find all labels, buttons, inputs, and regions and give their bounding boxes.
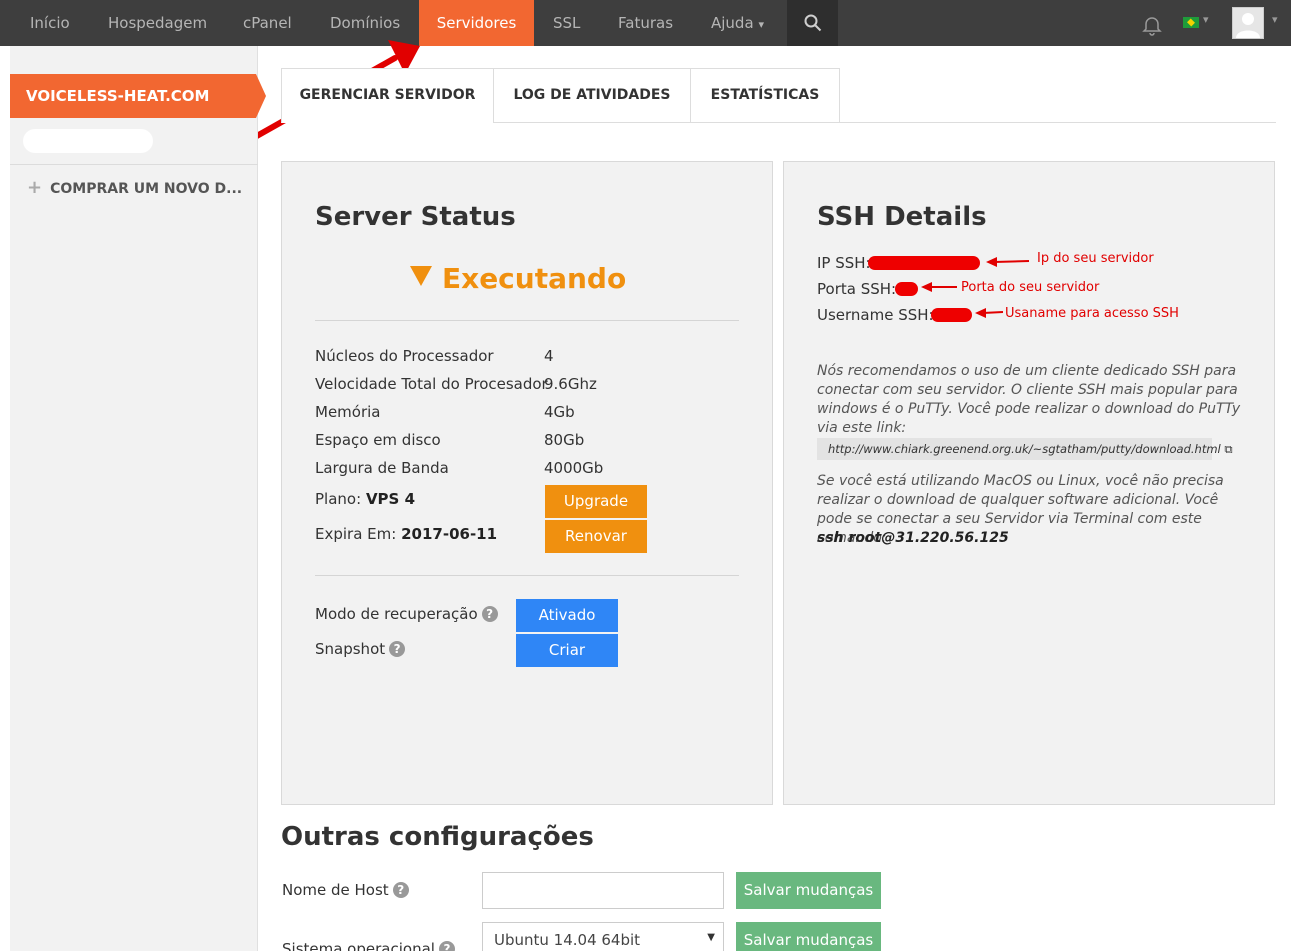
spec-label: Velocidade Total do Procesador <box>315 375 548 393</box>
spec-value: 80Gb <box>544 431 585 449</box>
expires-row: Expira Em: 2017-06-11 <box>315 525 497 543</box>
search-icon <box>804 14 822 32</box>
annotation-arrow-username <box>975 308 1003 318</box>
expires-value: 2017-06-11 <box>401 525 498 543</box>
chevron-down-icon: ▾ <box>758 18 764 31</box>
spec-value: 4000Gb <box>544 459 604 477</box>
bell-icon[interactable] <box>1141 14 1163 36</box>
redacted-ip <box>868 256 980 270</box>
save-hostname-button[interactable]: Salvar mudanças <box>736 872 881 909</box>
tab-log-atividades[interactable]: LOG DE ATIVIDADES <box>493 68 691 123</box>
spec-value: 4Gb <box>544 403 575 421</box>
spec-value: 4 <box>544 347 554 365</box>
ssh-port-label: Porta SSH: <box>817 280 897 298</box>
redacted-port <box>895 282 918 296</box>
divider <box>315 575 739 576</box>
os-select[interactable]: Ubuntu 14.04 64bit ▼ <box>482 922 724 951</box>
help-icon[interactable]: ? <box>389 641 406 657</box>
help-icon[interactable]: ? <box>481 606 498 622</box>
other-settings-title: Outras configurações <box>281 822 594 852</box>
renew-button[interactable]: Renovar <box>545 520 647 553</box>
hostname-label: Nome de Host <box>282 881 389 899</box>
snapshot-row: Snapshot? <box>315 640 406 658</box>
spec-label: Memória <box>315 403 381 421</box>
annotation-arrow-port <box>921 282 957 292</box>
recovery-label: Modo de recuperação <box>315 605 478 623</box>
annotation-ip-note: Ip do seu servidor <box>1037 251 1154 266</box>
server-status-panel <box>281 161 773 805</box>
ssh-ip-label: IP SSH: <box>817 254 871 272</box>
sidebar-divider <box>10 164 258 165</box>
ssh-details-title: SSH Details <box>817 202 987 232</box>
tab-estatisticas[interactable]: ESTATÍSTICAS <box>690 68 840 123</box>
nav-item-ajuda[interactable]: Ajuda ▾ <box>711 0 764 46</box>
annotation-arrow-ip <box>986 257 1030 267</box>
ssh-username-label: Username SSH: <box>817 306 934 324</box>
recovery-row: Modo de recuperação? <box>315 605 498 623</box>
avatar[interactable] <box>1232 7 1264 39</box>
save-os-button[interactable]: Salvar mudanças <box>736 922 881 951</box>
os-select-value: Ubuntu 14.04 64bit <box>494 931 641 949</box>
buy-new-domain-link[interactable]: + COMPRAR UM NOVO D... <box>27 177 242 198</box>
putty-recommendation-text: Nós recomendamos o uso de um cliente ded… <box>817 363 1241 436</box>
upgrade-button[interactable]: Upgrade <box>545 485 647 518</box>
hostname-input[interactable] <box>482 872 724 909</box>
nav-item-ajuda-label: Ajuda <box>711 14 754 32</box>
status-triangle-icon <box>410 266 432 286</box>
help-icon[interactable]: ? <box>438 941 455 951</box>
os-row: Sistema operacional? <box>282 940 455 951</box>
os-label: Sistema operacional <box>282 940 435 951</box>
nav-item-hospedagem[interactable]: Hospedagem <box>108 0 207 46</box>
plan-row: Plano: VPS 4 <box>315 490 415 508</box>
redacted-username <box>931 308 972 322</box>
hostname-row: Nome de Host? <box>282 881 409 899</box>
nav-item-servidores[interactable]: Servidores <box>419 0 534 46</box>
putty-link-text: http://www.chiark.greenend.org.uk/~sgtat… <box>828 442 1221 456</box>
help-icon[interactable]: ? <box>392 882 409 898</box>
server-status-text: Executando <box>442 262 627 295</box>
spec-label: Espaço em disco <box>315 431 441 449</box>
tab-gerenciar-servidor[interactable]: GERENCIAR SERVIDOR <box>281 68 494 123</box>
server-status-title: Server Status <box>315 202 516 232</box>
language-chevron-icon[interactable]: ▾ <box>1203 13 1209 26</box>
account-chevron-icon[interactable]: ▾ <box>1272 13 1278 26</box>
snapshot-label: Snapshot <box>315 640 386 658</box>
top-navigation: Início Hospedagem cPanel Domínios Servid… <box>0 0 1291 46</box>
buy-new-domain-label: COMPRAR UM NOVO D... <box>50 181 243 197</box>
nav-item-inicio[interactable]: Início <box>30 0 70 46</box>
brazil-flag-icon[interactable] <box>1183 17 1199 28</box>
sidebar-domain-item[interactable]: VOICELESS-HEAT.COM <box>10 74 266 118</box>
plan-label: Plano: <box>315 490 362 508</box>
recovery-mode-button[interactable]: Ativado <box>516 599 618 632</box>
external-link-icon: ⧉ <box>1224 442 1233 456</box>
spec-value: 9.6Ghz <box>544 375 597 393</box>
nav-item-faturas[interactable]: Faturas <box>618 0 673 46</box>
spec-label: Largura de Banda <box>315 459 449 477</box>
server-status-indicator: Executando <box>410 262 626 295</box>
nav-item-ssl[interactable]: SSL <box>553 0 580 46</box>
plus-icon: + <box>27 177 43 198</box>
search-button[interactable] <box>787 0 838 46</box>
plan-value: VPS 4 <box>365 490 416 508</box>
divider <box>315 320 739 321</box>
annotation-port-note: Porta do seu servidor <box>961 280 1100 295</box>
user-icon <box>1236 13 1260 38</box>
spec-label: Núcleos do Processador <box>315 347 494 365</box>
annotation-username-note: Usaname para acesso SSH <box>1005 306 1179 321</box>
create-snapshot-button[interactable]: Criar <box>516 634 618 667</box>
dropdown-caret-icon: ▼ <box>707 932 715 943</box>
expires-label: Expira Em: <box>315 525 397 543</box>
ssh-command: ssh root@31.220.56.125 <box>817 530 1009 546</box>
putty-download-link[interactable]: http://www.chiark.greenend.org.uk/~sgtat… <box>817 438 1233 460</box>
sidebar-search-pill <box>23 129 153 153</box>
